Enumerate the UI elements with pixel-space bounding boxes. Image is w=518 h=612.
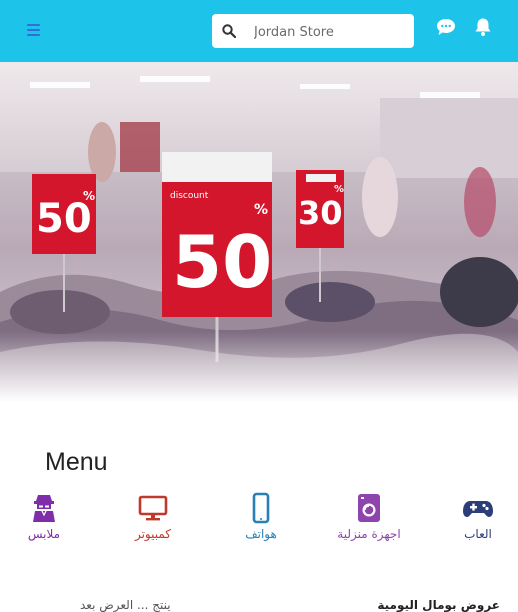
top-bar bbox=[0, 0, 518, 62]
search-icon[interactable] bbox=[222, 24, 236, 38]
hero-fade bbox=[0, 332, 518, 402]
category-clothes-label: ملابس bbox=[27, 527, 61, 541]
category-home-appliances-label: اجهزة منزلية bbox=[337, 527, 401, 541]
sale-sign-right-percent: % bbox=[334, 184, 344, 195]
category-computers-label: كمبيوتر bbox=[134, 527, 172, 541]
phone-icon bbox=[252, 492, 270, 524]
category-home-appliances[interactable]: اجهزة منزلية bbox=[326, 492, 412, 541]
search-input[interactable] bbox=[252, 20, 406, 44]
bell-icon[interactable] bbox=[474, 17, 492, 37]
daily-offers-title: عروض بومال اليومية bbox=[377, 598, 500, 612]
washing-machine-icon bbox=[358, 494, 380, 522]
clothes-icon bbox=[33, 495, 55, 522]
sale-sign-left-percent: % bbox=[83, 189, 95, 203]
sale-sign-center-percent: % bbox=[254, 202, 268, 218]
category-computers[interactable]: كمبيوتر bbox=[126, 492, 180, 541]
sale-sign-right: 30 bbox=[298, 194, 343, 232]
category-games-label: العاب bbox=[464, 527, 492, 541]
hero-banner[interactable]: 50 % discount 50 % 30 % bbox=[0, 62, 518, 402]
menu-title: Menu bbox=[45, 448, 108, 476]
sale-sign-center: 50 bbox=[172, 220, 272, 304]
category-clothes[interactable]: ملابس bbox=[22, 492, 66, 541]
sale-sign-center-caption: discount bbox=[170, 191, 209, 201]
daily-offers-subtitle: ينتج ... العرض بعد bbox=[80, 598, 171, 612]
category-games[interactable]: العاب bbox=[456, 492, 500, 541]
search-bar[interactable] bbox=[212, 14, 414, 48]
gamepad-icon bbox=[463, 501, 493, 517]
category-phones[interactable]: هواتف bbox=[236, 492, 286, 541]
monitor-icon bbox=[138, 495, 168, 521]
chat-icon[interactable] bbox=[436, 18, 456, 36]
category-phones-label: هواتف bbox=[245, 527, 277, 541]
menu-icon[interactable] bbox=[27, 24, 40, 38]
